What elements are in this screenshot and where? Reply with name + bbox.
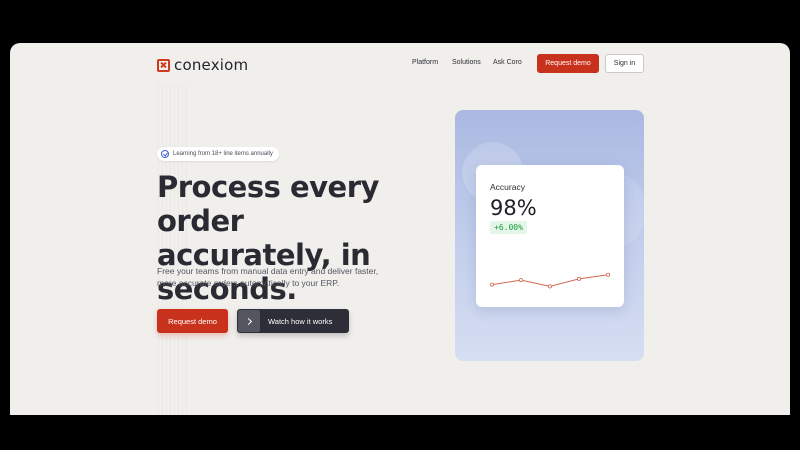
hero-request-demo-button[interactable]: Request demo [157,309,228,333]
bottom-letterbox [0,415,800,450]
chevron-right-icon [238,310,260,332]
accuracy-value: 98% [490,196,537,220]
nav-item-solutions[interactable]: Solutions [452,59,481,66]
learning-badge: Learning from 18+ line items annually [157,147,279,161]
header-request-demo-button[interactable]: Request demo [537,54,599,73]
nav-item-ask-coro[interactable]: Ask Coro [493,59,522,66]
sparkline-point [606,272,611,277]
watch-how-it-works-button[interactable]: Watch how it works [237,309,349,333]
check-circle-icon [161,150,169,158]
sparkline-point [577,276,582,281]
accuracy-title: Accuracy [490,182,525,192]
conexiom-logo-icon [157,58,170,72]
landing-page: conexiom Platform Solutions Ask Coro Req… [10,43,790,415]
accuracy-card: Accuracy 98% +6.00% [476,165,624,307]
hero-subcopy: Free your teams from manual data entry a… [157,266,379,288]
nav-item-platform[interactable]: Platform [412,59,438,66]
brand-logo[interactable]: conexiom [157,56,248,74]
sparkline-point [490,282,495,287]
accuracy-delta-badge: +6.00% [490,221,527,234]
watch-button-label: Watch how it works [268,316,333,326]
sign-in-button[interactable]: Sign in [605,54,644,73]
sparkline-point [548,284,553,289]
brand-name: conexiom [174,56,249,74]
sparkline-point [518,278,523,283]
accuracy-sparkline [490,272,611,289]
hero-visual: Accuracy 98% +6.00% [455,110,644,361]
badge-text: Learning from 18+ line items annually [173,151,273,157]
